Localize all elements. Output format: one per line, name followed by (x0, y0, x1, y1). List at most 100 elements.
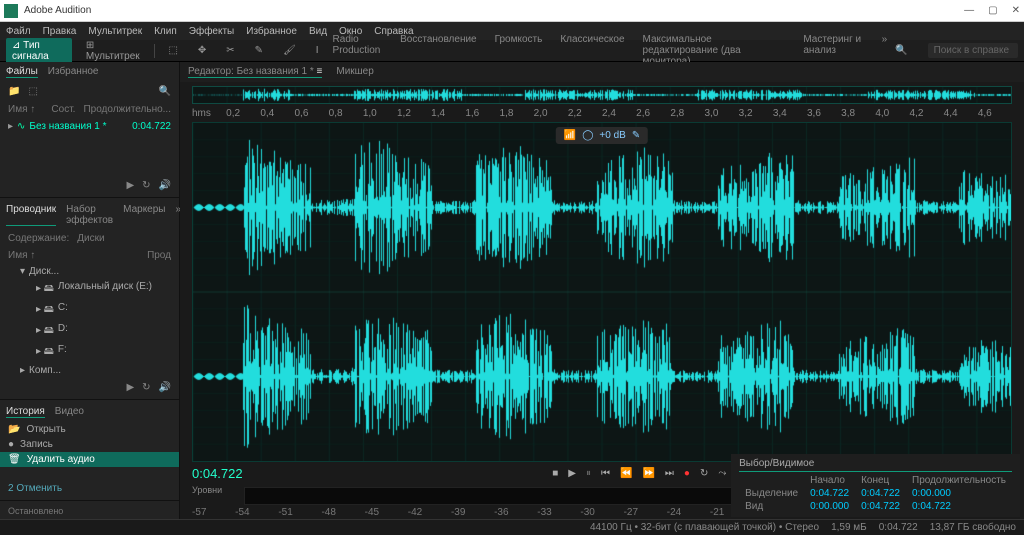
drive-c[interactable]: ▸ 🖴 C: (0, 300, 179, 321)
tool-time-select[interactable]: I (310, 43, 325, 58)
hud-pencil-icon[interactable]: ✎ (632, 130, 640, 141)
drive-d[interactable]: ▸ 🖴 D: (0, 321, 179, 342)
tool-heal[interactable]: ✎ (249, 43, 269, 58)
sel-end[interactable]: 0:04.722 (855, 487, 906, 500)
expand-icon[interactable]: ▸ (8, 121, 13, 132)
skip-button[interactable]: ⤳ (718, 468, 726, 479)
file-row[interactable]: ▸ ∿ Без названия 1 * 0:04.722 (0, 118, 179, 135)
maximize-button[interactable]: ▢ (988, 5, 997, 16)
record-icon: ● (8, 439, 14, 450)
tool-razor[interactable]: ✂ (220, 43, 240, 58)
menu-clip[interactable]: Клип (154, 26, 177, 37)
menu-file[interactable]: Файл (6, 26, 31, 37)
drive-e[interactable]: ▸ 🖴 Локальный диск (E:) (0, 279, 179, 300)
col-duration[interactable]: Продолжительно... (83, 104, 171, 115)
status-format: 44100 Гц • 32-бит (с плавающей точкой) •… (590, 522, 819, 533)
statusbar: 44100 Гц • 32-бит (с плавающей точкой) •… (0, 519, 1024, 535)
menu-multitrack[interactable]: Мультитрек (88, 26, 142, 37)
browser-col-prod[interactable]: Прод (147, 250, 171, 261)
menu-effects[interactable]: Эффекты (189, 26, 234, 37)
col-name[interactable]: Имя ↑ (8, 104, 43, 115)
tool-brush[interactable]: 🖌 (277, 43, 302, 58)
file-duration: 0:04.722 (132, 121, 171, 132)
multitrack-view-button[interactable]: ⊞ Мультитрек (80, 38, 146, 64)
history-delete-audio[interactable]: 🗑Удалить аудио (0, 452, 179, 467)
view-dur[interactable]: 0:04.722 (906, 500, 1012, 513)
hud-gain[interactable]: 📶 ◯ +0 dB ✎ (556, 127, 648, 144)
history-open[interactable]: 📂Открыть (0, 422, 179, 437)
tab-files[interactable]: Файлы (6, 66, 38, 78)
loop-icon[interactable]: ↻ (142, 180, 150, 191)
goto-start-button[interactable]: ⏮ (601, 468, 610, 479)
levels-label: Уровни (192, 485, 222, 495)
close-button[interactable]: ✕ (1012, 5, 1020, 16)
goto-end-button[interactable]: ⏭ (665, 468, 674, 479)
files-search-icon[interactable]: 🔍 (159, 86, 171, 97)
tab-favorites[interactable]: Избранное (48, 66, 99, 78)
view-end[interactable]: 0:04.722 (855, 500, 906, 513)
autoplay-icon[interactable]: 🔊 (159, 180, 171, 191)
menu-view[interactable]: Вид (309, 26, 327, 37)
col-status[interactable]: Сост. (51, 104, 75, 115)
open-icon: 📂 (8, 424, 20, 435)
play-button[interactable]: ▶ (568, 468, 576, 479)
contents-dropdown[interactable]: Диски (77, 233, 104, 244)
playback-status: Остановлено (0, 503, 179, 519)
drive-f[interactable]: ▸ 🖴 F: (0, 342, 179, 363)
forward-button[interactable]: ⏩ (642, 468, 654, 479)
tool-hud[interactable]: ⬚ (162, 43, 183, 58)
tab-markers[interactable]: Маркеры (123, 204, 165, 226)
tree-group-disks[interactable]: ▾ Диск... (0, 264, 179, 279)
status-size: 1,59 мБ (831, 522, 867, 533)
play-icon[interactable]: ▶ (126, 180, 134, 191)
app-logo-icon (4, 4, 18, 18)
browser-col-name[interactable]: Имя ↑ (8, 250, 139, 261)
tab-editor[interactable]: Редактор: Без названия 1 * ≡ (188, 66, 322, 78)
files-record-icon[interactable]: ⬚ (28, 86, 37, 97)
selection-title: Выбор/Видимое (739, 458, 1012, 472)
browser-loop-icon[interactable]: ↻ (142, 382, 150, 393)
history-record[interactable]: ●Запись (0, 437, 179, 452)
sel-start[interactable]: 0:04.722 (804, 487, 855, 500)
titlebar: Adobe Audition — ▢ ✕ (0, 0, 1024, 22)
menu-favorites[interactable]: Избранное (246, 26, 297, 37)
tab-history[interactable]: История (6, 406, 45, 418)
tab-mixer[interactable]: Микшер (336, 66, 373, 78)
browser-auto-icon[interactable]: 🔊 (159, 382, 171, 393)
trash-icon: 🗑 (8, 454, 21, 465)
tree-group-computer[interactable]: ▸ Комп... (0, 363, 179, 378)
time-position[interactable]: 0:04.722 (180, 462, 255, 485)
tab-browser[interactable]: Проводник (6, 204, 56, 226)
files-open-icon[interactable]: 📁 (8, 86, 20, 97)
waveform-view-button[interactable]: ⊿ Тип сигнала (6, 38, 72, 64)
waveform-display[interactable]: 📶 ◯ +0 dB ✎ (192, 122, 1012, 462)
file-name: Без названия 1 * (29, 121, 128, 132)
hud-knob-icon[interactable]: ◯ (582, 130, 593, 141)
search-icon: 🔍 (895, 45, 907, 56)
tool-move[interactable]: ✥ (192, 43, 212, 58)
undo-count[interactable]: 2 Отменить (0, 479, 179, 498)
browser-play-icon[interactable]: ▶ (126, 382, 134, 393)
waveform-file-icon: ∿ (17, 121, 25, 132)
rewind-button[interactable]: ⏪ (620, 468, 632, 479)
sel-dur[interactable]: 0:00.000 (906, 487, 1012, 500)
hud-pin-icon[interactable]: 📶 (564, 130, 576, 141)
overview-waveform[interactable] (192, 86, 1012, 104)
time-ruler[interactable]: hms 0,20,40,60,81,01,21,41,61,82,02,22,4… (192, 108, 1012, 122)
tab-video[interactable]: Видео (55, 406, 84, 418)
app-title: Adobe Audition (24, 5, 964, 16)
pause-button[interactable]: ⏸ (586, 468, 591, 479)
status-free: 13,87 ГБ свободно (930, 522, 1016, 533)
minimize-button[interactable]: — (964, 5, 974, 16)
status-duration: 0:04.722 (879, 522, 918, 533)
record-button[interactable]: ● (684, 468, 690, 479)
help-search-input[interactable]: Поиск в справке (928, 43, 1018, 58)
stop-button[interactable]: ■ (552, 468, 558, 479)
menu-edit[interactable]: Правка (43, 26, 77, 37)
view-start[interactable]: 0:00.000 (804, 500, 855, 513)
selection-panel: Выбор/Видимое НачалоКонецПродолжительнос… (731, 454, 1020, 517)
loop-button[interactable]: ↻ (700, 468, 708, 479)
tab-effects[interactable]: Набор эффектов (66, 204, 113, 226)
contents-label: Содержание: (8, 233, 69, 244)
toolbar: ⊿ Тип сигнала ⊞ Мультитрек ⬚ ✥ ✂ ✎ 🖌 I R… (0, 40, 1024, 62)
